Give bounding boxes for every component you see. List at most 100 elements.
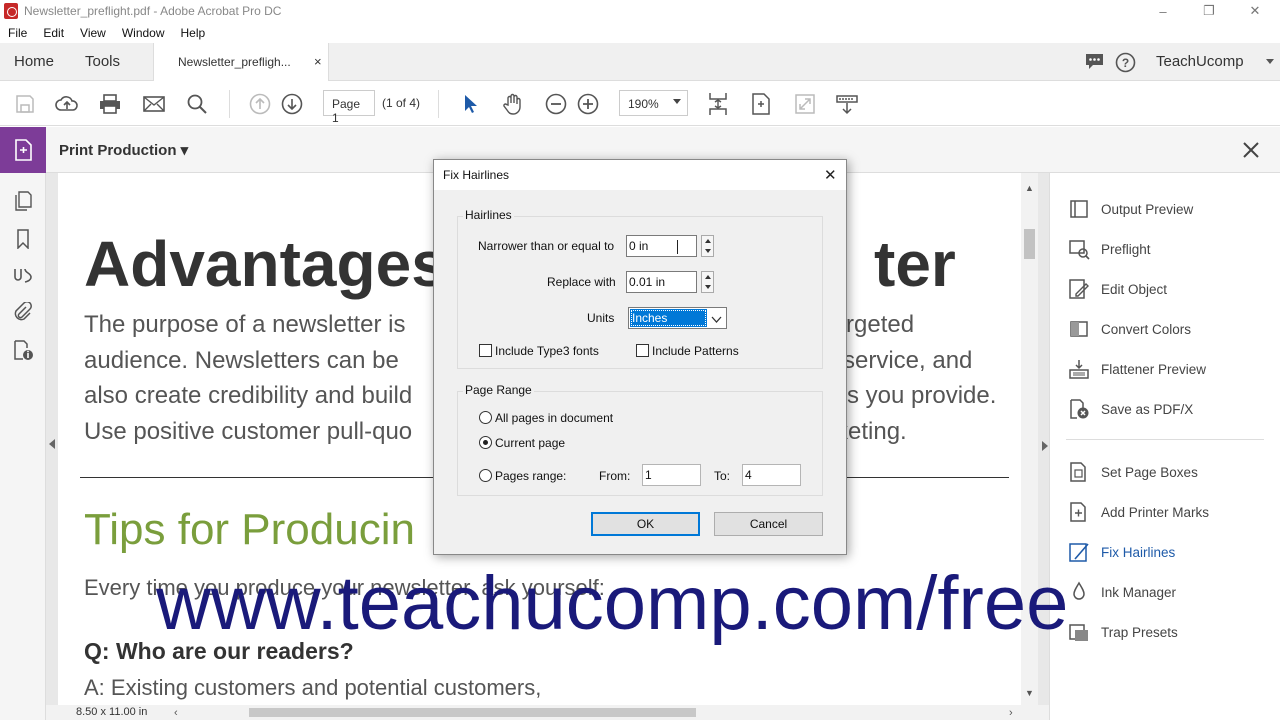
doc-subheading: Tips for Producin	[84, 505, 415, 554]
units-select[interactable]: Inches	[628, 307, 727, 329]
fix-hairlines-icon	[1068, 541, 1090, 563]
tool-label: Flattener Preview	[1101, 361, 1207, 377]
cancel-button[interactable]: Cancel	[714, 512, 823, 536]
horizontal-scroll-thumb[interactable]	[249, 708, 696, 717]
tool-label: Add Printer Marks	[1101, 504, 1210, 520]
collapse-right-pane-icon[interactable]	[1042, 441, 1048, 451]
close-tool-icon[interactable]	[1240, 139, 1262, 166]
next-page-icon[interactable]	[280, 92, 304, 116]
tool-trap-presets[interactable]: Trap Presets	[1068, 620, 1278, 644]
layers-info-icon[interactable]	[12, 339, 34, 361]
tool-edit-object[interactable]: Edit Object	[1068, 277, 1278, 301]
comment-icon[interactable]	[1084, 52, 1105, 75]
include-type3-checkbox[interactable]	[479, 344, 492, 357]
search-icon[interactable]	[185, 92, 209, 116]
tool-label: Save as PDF/X	[1101, 401, 1194, 417]
menu-window[interactable]: Window	[114, 26, 173, 40]
full-screen-icon[interactable]	[793, 92, 817, 116]
fix-hairlines-dialog: Fix Hairlines ✕ Hairlines Narrower than …	[433, 159, 847, 555]
doc-heading-right: ter	[874, 228, 956, 300]
from-label: From:	[599, 469, 631, 483]
scroll-up-icon[interactable]: ▲	[1025, 183, 1034, 193]
horizontal-scrollbar[interactable]: 8.50 x 11.00 in ‹ ›	[46, 705, 1049, 720]
bookmarks-icon[interactable]	[12, 228, 34, 250]
pages-range-label[interactable]: Pages range:	[495, 469, 566, 483]
dialog-title-bar: Fix Hairlines ✕	[434, 160, 846, 190]
all-pages-radio[interactable]	[479, 411, 492, 424]
minimize-button[interactable]: –	[1140, 0, 1186, 22]
include-type3-label[interactable]: Include Type3 fonts	[495, 344, 599, 358]
replace-spinner[interactable]	[701, 271, 714, 293]
tab-document[interactable]: Newsletter_prefligh... ×	[153, 43, 329, 81]
set-page-boxes-icon	[1068, 461, 1090, 483]
include-patterns-checkbox[interactable]	[636, 344, 649, 357]
ok-button[interactable]: OK	[591, 512, 700, 536]
scroll-down-icon[interactable]: ▼	[1025, 688, 1034, 698]
menu-view[interactable]: View	[72, 26, 114, 40]
more-tools-icon[interactable]	[835, 92, 859, 116]
zoom-in-icon[interactable]	[576, 92, 600, 116]
close-window-button[interactable]: ✕	[1232, 0, 1278, 22]
scroll-right-icon[interactable]: ›	[1009, 707, 1013, 719]
doc-paragraph-line: Use positive customer pull-quo	[84, 418, 413, 445]
previous-page-icon[interactable]	[248, 92, 272, 116]
menu-help[interactable]: Help	[173, 26, 214, 40]
replace-input[interactable]: 0.01 in	[626, 271, 697, 293]
include-patterns-label[interactable]: Include Patterns	[652, 344, 739, 358]
restore-button[interactable]: ❐	[1186, 0, 1232, 22]
units-label: Units	[587, 311, 615, 325]
tool-label: Convert Colors	[1101, 321, 1192, 337]
preflight-icon	[1068, 238, 1090, 260]
tool-fix-hairlines[interactable]: Fix Hairlines	[1068, 540, 1278, 564]
tool-set-page-boxes[interactable]: Set Page Boxes	[1068, 460, 1278, 484]
tab-home[interactable]: Home	[14, 53, 54, 70]
tab-tools[interactable]: Tools	[85, 53, 120, 70]
watermark-text: www.teachucomp.com/free	[156, 561, 1069, 646]
collapse-left-pane-icon[interactable]	[49, 439, 55, 449]
toolbar-divider	[438, 90, 439, 118]
to-label: To:	[714, 469, 731, 483]
save-pdfx-icon	[1068, 398, 1090, 420]
pages-range-radio[interactable]	[479, 469, 492, 482]
page-thumbnails-icon[interactable]	[12, 190, 34, 212]
current-page-radio[interactable]	[479, 436, 492, 449]
save-icon[interactable]	[13, 92, 37, 116]
dialog-close-icon[interactable]: ✕	[824, 166, 837, 184]
tool-output-preview[interactable]: Output Preview	[1068, 197, 1278, 221]
tab-close-icon[interactable]: ×	[314, 54, 322, 69]
tool-name[interactable]: Print Production ▾	[59, 141, 188, 159]
email-icon[interactable]	[142, 92, 166, 116]
current-page-label[interactable]: Current page	[495, 436, 565, 450]
fit-page-icon[interactable]	[706, 92, 730, 116]
tool-preflight[interactable]: Preflight	[1068, 237, 1278, 261]
zoom-out-icon[interactable]	[544, 92, 568, 116]
tool-flattener-preview[interactable]: Flattener Preview	[1068, 357, 1278, 381]
narrower-spinner[interactable]	[701, 235, 714, 257]
narrower-input[interactable]: 0 in	[626, 235, 697, 257]
vertical-scroll-thumb[interactable]	[1024, 229, 1035, 259]
page-number-input[interactable]: Page 1	[323, 90, 375, 125]
tool-convert-colors[interactable]: Convert Colors	[1068, 317, 1278, 341]
menu-file[interactable]: File	[0, 26, 35, 40]
hand-tool-icon[interactable]	[501, 92, 525, 116]
tool-label: Ink Manager	[1101, 584, 1177, 600]
account-name[interactable]: TeachUcomp	[1156, 53, 1244, 70]
from-input[interactable]: 1	[642, 464, 701, 486]
tool-add-printer-marks[interactable]: Add Printer Marks	[1068, 500, 1278, 524]
cloud-upload-icon[interactable]	[55, 92, 79, 116]
account-dropdown-icon[interactable]	[1266, 59, 1274, 64]
scroll-left-icon[interactable]: ‹	[174, 707, 178, 719]
print-icon[interactable]	[98, 92, 122, 116]
to-input[interactable]: 4	[742, 464, 801, 486]
tool-save-as-pdfx[interactable]: Save as PDF/X	[1068, 397, 1278, 421]
tool-label: Trap Presets	[1101, 624, 1178, 640]
signatures-icon[interactable]	[12, 264, 34, 286]
rotate-view-icon[interactable]	[749, 92, 773, 116]
help-icon[interactable]: ?	[1115, 52, 1136, 77]
select-tool-icon[interactable]	[458, 92, 482, 116]
tool-ink-manager[interactable]: Ink Manager	[1068, 580, 1278, 604]
zoom-level-select[interactable]: 190%	[619, 90, 688, 116]
attachments-icon[interactable]	[12, 301, 34, 323]
menu-edit[interactable]: Edit	[35, 26, 72, 40]
all-pages-label[interactable]: All pages in document	[495, 411, 613, 425]
